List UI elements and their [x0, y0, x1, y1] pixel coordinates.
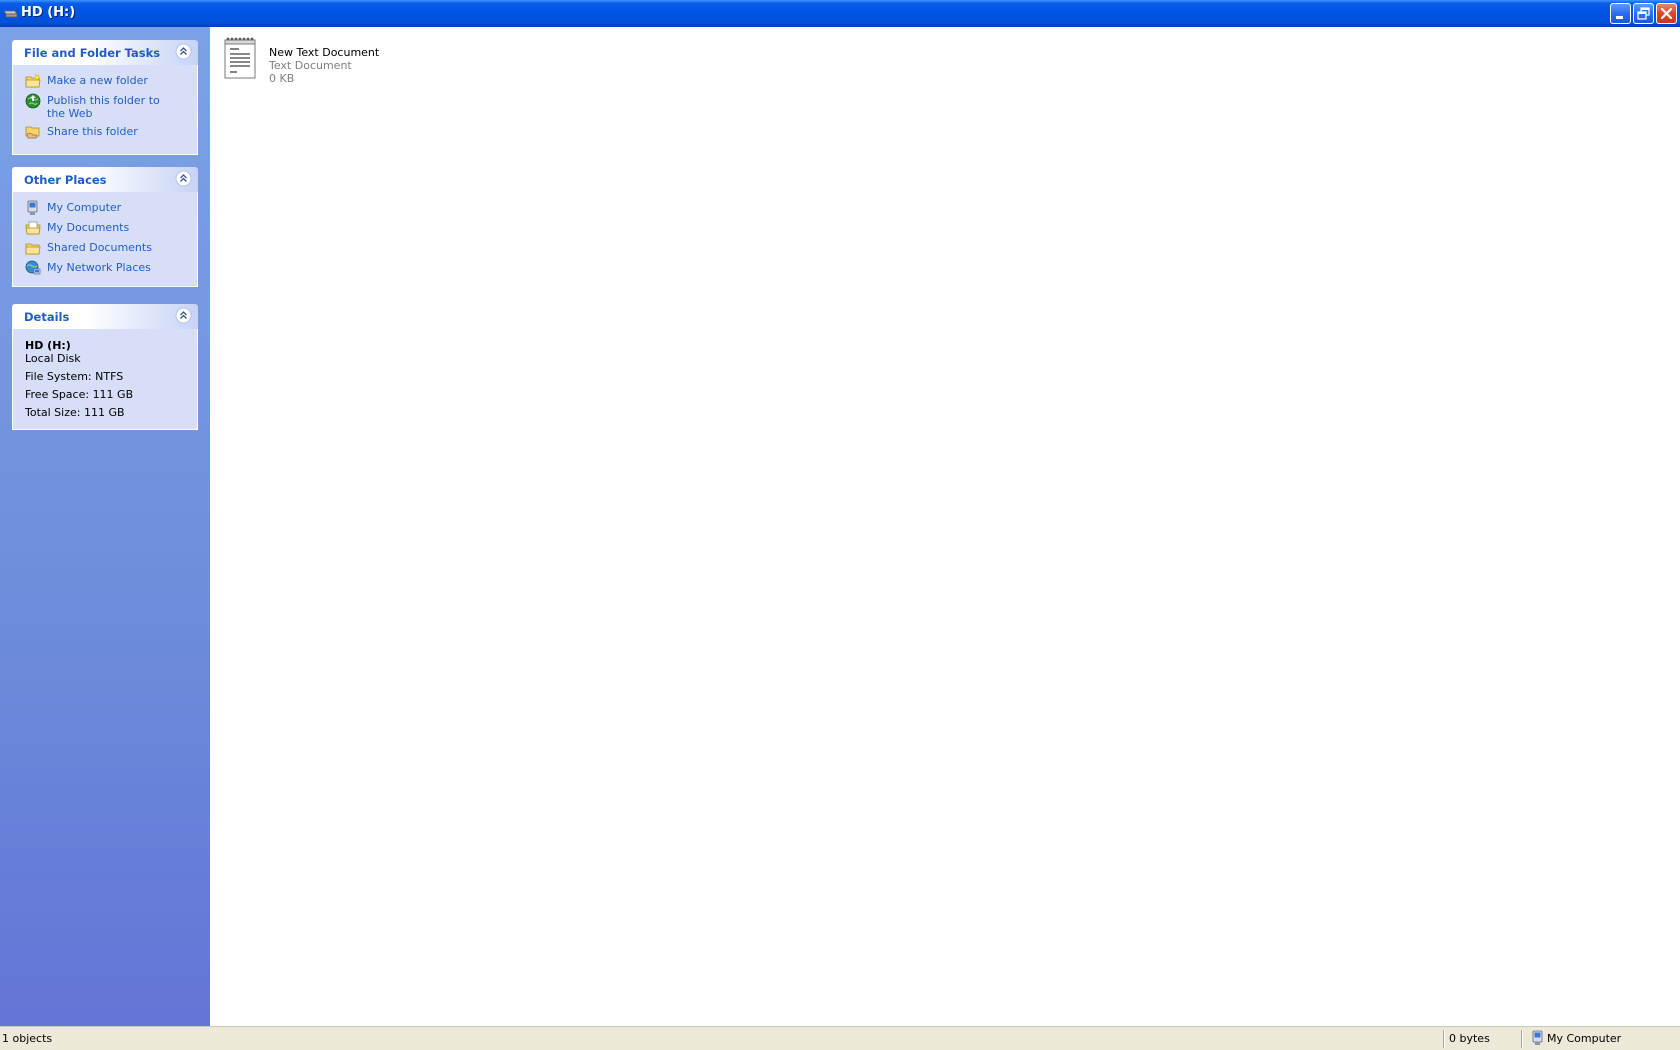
collapse-icon[interactable] [175, 307, 192, 324]
detail-drive-type: Local Disk [25, 352, 81, 365]
status-bar: 1 objects 0 bytes My Computer [0, 1026, 1680, 1050]
place-my-documents[interactable]: My Documents [25, 220, 197, 236]
detail-drive-name: HD (H:) [25, 339, 71, 352]
place-my-computer[interactable]: My Computer [25, 200, 197, 216]
detail-file-system: File System: NTFS [25, 370, 124, 383]
panel-body: HD (H:) Local Disk File System: NTFS Fre… [12, 329, 198, 430]
other-places-panel: Other Places My Computer My Documents Sh… [12, 167, 198, 287]
network-places-icon [25, 260, 41, 276]
place-label: My Network Places [47, 261, 151, 274]
share-folder-icon [25, 124, 41, 140]
panel-body: My Computer My Documents Shared Document… [12, 192, 198, 287]
file-size: 0 KB [269, 72, 295, 85]
status-separator [1443, 1030, 1445, 1048]
status-object-count: 1 objects [2, 1032, 53, 1045]
panel-header[interactable]: Other Places [12, 167, 198, 192]
file-list-view[interactable]: New Text Document Text Document 0 KB [210, 27, 1680, 1026]
restore-button[interactable] [1633, 3, 1654, 24]
new-folder-icon [25, 73, 41, 89]
file-item[interactable]: New Text Document Text Document 0 KB [222, 35, 382, 85]
title-bar[interactable]: HD (H:) [0, 0, 1680, 27]
status-separator [1521, 1030, 1523, 1048]
make-new-folder-link[interactable]: Make a new folder [25, 73, 197, 89]
detail-total-size: Total Size: 111 GB [25, 406, 125, 419]
place-network-places[interactable]: My Network Places [25, 260, 197, 276]
task-label: Publish this folder to the Web [47, 94, 160, 120]
close-button[interactable] [1656, 3, 1677, 24]
drive-icon [3, 7, 18, 19]
collapse-icon[interactable] [175, 43, 192, 60]
panel-title: Other Places [24, 173, 107, 187]
detail-free-space: Free Space: 111 GB [25, 388, 134, 401]
panel-title: File and Folder Tasks [24, 46, 161, 60]
my-computer-icon [25, 200, 41, 216]
details-panel: Details HD (H:) Local Disk File System: … [12, 304, 198, 430]
place-shared-documents[interactable]: Shared Documents [25, 240, 197, 256]
file-type: Text Document [269, 59, 352, 72]
task-label: Make a new folder [47, 74, 148, 87]
file-folder-tasks-panel: File and Folder Tasks Make a new folder … [12, 40, 198, 155]
window-title: HD (H:) [21, 5, 76, 20]
explorer-window: HD (H:) File and Folder Tasks Make a new… [0, 0, 1680, 1050]
panel-header[interactable]: File and Folder Tasks [12, 40, 198, 65]
task-label: Share this folder [47, 125, 138, 138]
shared-documents-icon [25, 240, 41, 256]
share-folder-link[interactable]: Share this folder [25, 124, 197, 140]
text-document-icon [222, 35, 258, 81]
status-total-size: 0 bytes [1449, 1032, 1490, 1045]
publish-web-icon [25, 93, 41, 109]
place-label: My Documents [47, 221, 130, 234]
place-label: Shared Documents [47, 241, 152, 254]
status-location: My Computer [1547, 1032, 1622, 1045]
task-pane: File and Folder Tasks Make a new folder … [0, 27, 210, 1026]
panel-body: Make a new folder Publish this folder to… [12, 65, 198, 155]
publish-folder-link[interactable]: Publish this folder to the Web [25, 93, 197, 120]
my-computer-icon [1530, 1030, 1546, 1046]
collapse-icon[interactable] [175, 170, 192, 187]
place-label: My Computer [47, 201, 122, 214]
minimize-button[interactable] [1610, 3, 1631, 24]
my-documents-icon [25, 220, 41, 236]
panel-title: Details [24, 310, 70, 324]
file-name: New Text Document [269, 46, 380, 59]
panel-header[interactable]: Details [12, 304, 198, 329]
